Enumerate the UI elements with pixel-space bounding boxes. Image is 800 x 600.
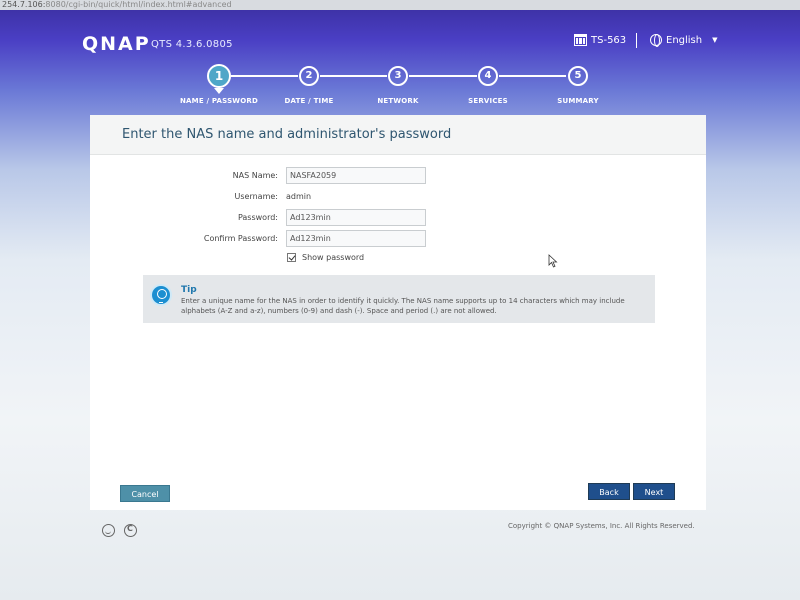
username-label: Username: bbox=[234, 192, 278, 201]
step-number: 3 bbox=[388, 66, 408, 86]
next-button[interactable]: Next bbox=[633, 483, 675, 500]
copyright-text: Copyright © QNAP Systems, Inc. All Right… bbox=[508, 522, 695, 530]
page-title: Enter the NAS name and administrator's p… bbox=[90, 115, 706, 155]
step-label: SUMMARY bbox=[557, 97, 599, 105]
globe-icon bbox=[650, 34, 662, 47]
lightbulb-icon bbox=[150, 284, 172, 306]
show-password-label: Show password bbox=[302, 253, 365, 262]
username-row: Username: admin bbox=[90, 188, 706, 206]
show-password-toggle[interactable]: Show password bbox=[287, 253, 364, 262]
top-header: QNAP QTS 4.3.6.0805 TS-563 English ▼ bbox=[0, 24, 800, 64]
step-label: NETWORK bbox=[377, 97, 419, 105]
step-network: 3 NETWORK bbox=[348, 64, 448, 105]
step-number: 1 bbox=[207, 64, 231, 88]
step-label: SERVICES bbox=[468, 97, 508, 105]
browser-url-bar[interactable]: 254.7.106:8080/cgi-bin/quick/html/index.… bbox=[0, 0, 800, 10]
step-services: 4 SERVICES bbox=[438, 64, 538, 105]
show-password-checkbox[interactable] bbox=[287, 253, 296, 262]
confirm-password-input[interactable]: Ad123min bbox=[286, 230, 426, 247]
wizard-panel: Enter the NAS name and administrator's p… bbox=[90, 115, 706, 510]
language-label: English bbox=[666, 34, 703, 46]
username-value: admin bbox=[286, 192, 312, 201]
model-indicator: TS-563 bbox=[574, 34, 626, 46]
copyright-icon[interactable] bbox=[124, 524, 137, 537]
cancel-button[interactable]: Cancel bbox=[120, 485, 170, 502]
step-label: NAME / PASSWORD bbox=[179, 97, 258, 105]
step-number: 2 bbox=[299, 66, 319, 86]
footer-icons bbox=[102, 524, 137, 537]
step-number: 5 bbox=[568, 66, 588, 86]
nas-name-label: NAS Name: bbox=[232, 171, 278, 180]
back-button[interactable]: Back bbox=[588, 483, 630, 500]
qnap-logo: QNAP bbox=[82, 33, 151, 55]
confirm-password-row: Confirm Password: Ad123min bbox=[90, 230, 706, 248]
tip-box: Tip Enter a unique name for the NAS in o… bbox=[143, 275, 655, 323]
tip-title: Tip bbox=[181, 285, 197, 295]
confirm-password-label: Confirm Password: bbox=[203, 234, 278, 243]
step-number: 4 bbox=[478, 66, 498, 86]
header-divider bbox=[636, 33, 637, 48]
url-host: 254.7.106: bbox=[2, 0, 46, 9]
url-path: 8080/cgi-bin/quick/html/index.html#advan… bbox=[45, 0, 232, 9]
caret-down-icon: ▼ bbox=[712, 36, 718, 44]
model-name: TS-563 bbox=[591, 34, 627, 46]
nas-name-input[interactable]: NASFA2059 bbox=[286, 167, 426, 184]
step-name-password: 1 NAME / PASSWORD bbox=[169, 64, 269, 105]
active-step-pointer-icon bbox=[214, 88, 224, 94]
password-input[interactable]: Ad123min bbox=[286, 209, 426, 226]
language-selector[interactable]: English ▼ bbox=[650, 34, 718, 47]
password-row: Password: Ad123min bbox=[90, 209, 706, 227]
step-label: DATE / TIME bbox=[284, 97, 334, 105]
feedback-smile-icon[interactable] bbox=[102, 524, 115, 537]
nas-name-row: NAS Name: NASFA2059 bbox=[90, 167, 706, 185]
wizard-steps: 1 NAME / PASSWORD 2 DATE / TIME 3 NETWOR… bbox=[0, 64, 800, 114]
nas-device-icon bbox=[574, 34, 587, 46]
step-date-time: 2 DATE / TIME bbox=[259, 64, 359, 105]
qts-version: QTS 4.3.6.0805 bbox=[151, 39, 233, 50]
password-label: Password: bbox=[237, 213, 278, 222]
step-summary: 5 SUMMARY bbox=[528, 64, 628, 105]
tip-text: Enter a unique name for the NAS in order… bbox=[181, 297, 625, 315]
